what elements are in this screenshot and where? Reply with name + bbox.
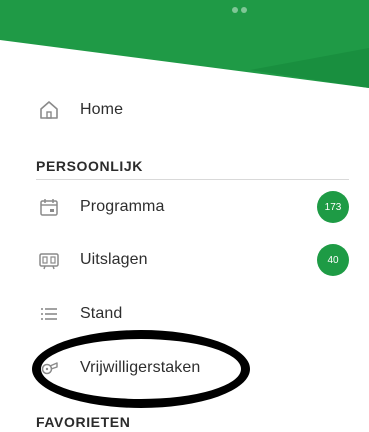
side-menu: Home PERSOONLIJK Programma 173 Uitslagen… [0, 0, 369, 432]
menu-item-vrijwilligerstaken[interactable]: Vrijwilligerstaken [36, 348, 349, 388]
menu-item-stand-label: Stand [80, 305, 123, 322]
list-icon [36, 301, 62, 327]
whistle-icon [36, 355, 62, 381]
menu-item-home-label: Home [80, 101, 124, 118]
section-title-favorites: FAVORIETEN [36, 414, 131, 430]
menu-item-home[interactable]: Home [36, 90, 349, 130]
uitslagen-count-badge: 40 [317, 244, 349, 276]
menu-item-uitslagen[interactable]: Uitslagen 40 [36, 240, 349, 280]
home-icon [36, 97, 62, 123]
programma-count-badge: 173 [317, 191, 349, 223]
section-divider [36, 179, 349, 180]
section-title-personal: PERSOONLIJK [36, 158, 143, 174]
menu-item-programma-label: Programma [80, 198, 165, 215]
menu-item-programma[interactable]: Programma 173 [36, 187, 349, 227]
menu-item-stand[interactable]: Stand [36, 294, 349, 334]
menu-item-uitslagen-label: Uitslagen [80, 251, 148, 268]
scoreboard-icon [36, 247, 62, 273]
menu-item-vrijwilligerstaken-label: Vrijwilligerstaken [80, 359, 201, 376]
calendar-icon [36, 194, 62, 220]
